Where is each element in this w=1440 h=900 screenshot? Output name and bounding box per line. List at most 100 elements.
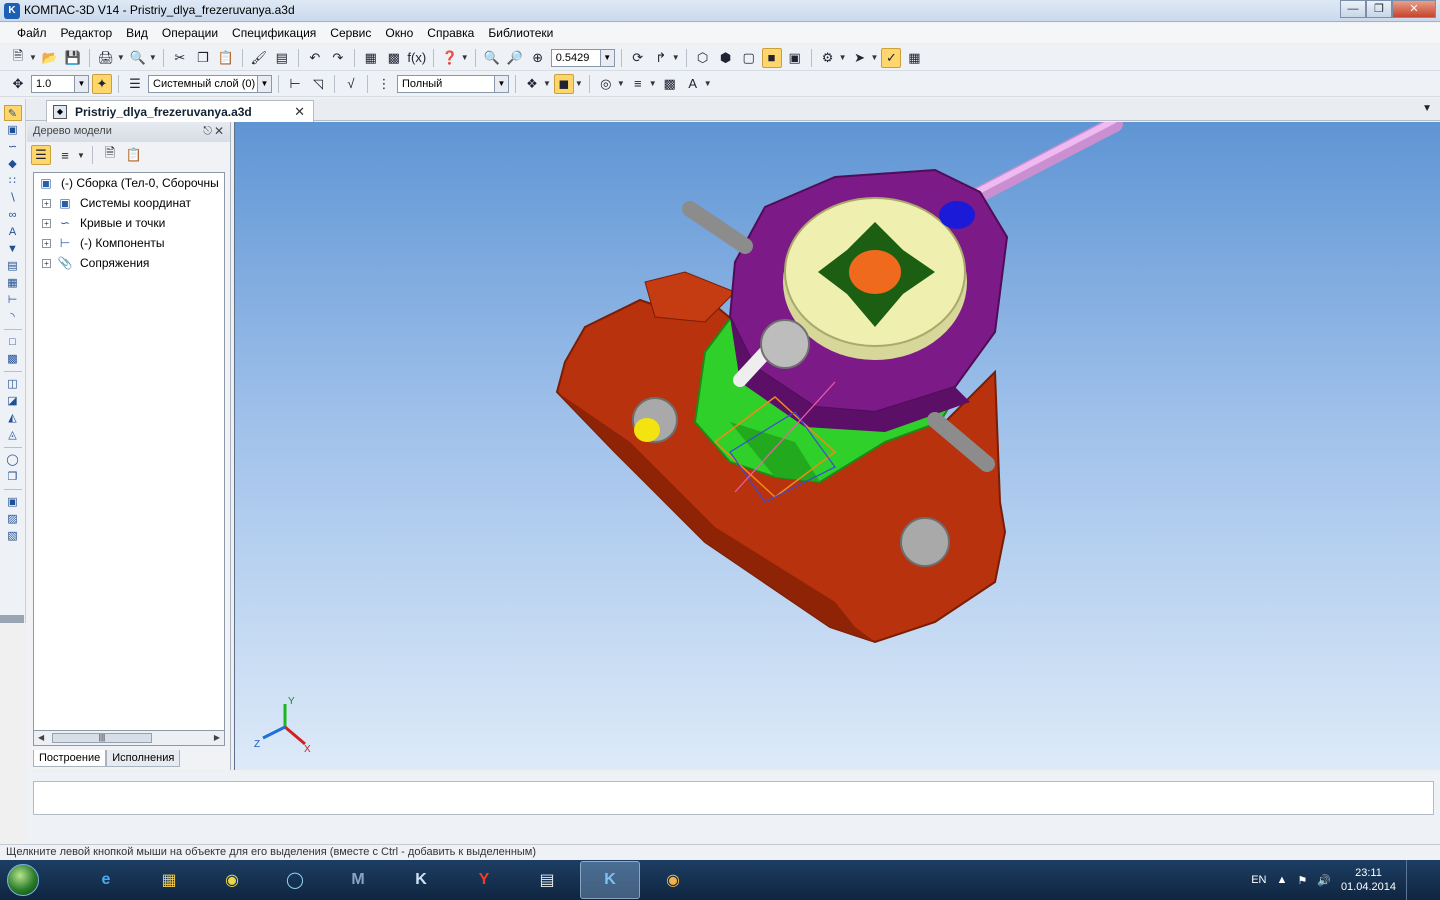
show-desktop-button[interactable] [1406,860,1420,900]
render-mode-combo[interactable]: Полный ▼ [397,74,509,93]
new-file-icon[interactable]: 🗎 [8,48,28,68]
vertical-toolbar-scroll[interactable] [0,615,24,623]
close-window-button[interactable]: ✕ [1392,0,1436,18]
filter-dropdown-icon[interactable]: ▼ [839,53,847,62]
expand-icon[interactable]: + [42,258,51,268]
scroll-right-icon[interactable]: ▶ [214,731,220,745]
tree-root[interactable]: ▣ (-) Сборка (Тел-0, Сборочны [34,173,224,193]
section-dropdown-icon[interactable]: ▼ [617,79,625,88]
open-file-icon[interactable]: 📂 [40,48,60,68]
auxiliary-geometry-icon[interactable]: ∖ [4,190,22,206]
reports-icon[interactable]: ▦ [4,275,22,291]
text-style-icon[interactable]: A [683,74,703,94]
menu-operations[interactable]: Операции [155,26,225,40]
file-explorer-icon[interactable]: ▦ [139,861,199,899]
kompas-viewer-icon[interactable]: K [391,861,451,899]
spatial-curves-icon[interactable]: ∽ [4,139,22,155]
surfaces-icon[interactable]: ◆ [4,156,22,172]
solid-icon[interactable]: ▣ [4,122,22,138]
editing-details-icon[interactable]: ✎ [3,105,22,121]
document-tab[interactable]: ◆ Pristriy_dlya_frezeruvanya.a3d ✕ [46,100,314,122]
filter-icon[interactable]: ⚙ [818,48,838,68]
tree-relations-icon[interactable]: 📋 [124,145,144,165]
print-icon[interactable]: 🖨 [96,48,116,68]
sheet-metal-icon[interactable]: ◝ [4,309,22,325]
component-move-icon[interactable]: ◭ [4,410,22,426]
menu-view[interactable]: Вид [119,26,155,40]
scroll-thumb[interactable]: ||| [52,733,152,743]
measure-tool-icon[interactable]: □ [4,334,22,350]
arrays-icon[interactable]: ∷ [4,173,22,189]
help-dropdown-icon[interactable]: ▼ [461,53,469,62]
property-panel-field[interactable] [33,781,1434,815]
manager-icon[interactable]: ▦ [361,48,381,68]
restore-button[interactable]: ❐ [1366,0,1392,18]
chrome-icon[interactable]: ◉ [202,861,262,899]
expand-icon[interactable]: + [42,198,51,208]
appearance-dropdown-icon[interactable]: ▼ [543,79,551,88]
local-cs-icon[interactable]: ⊢ [285,74,305,94]
chevron-down-icon[interactable]: ▼ [257,75,271,92]
copy-icon[interactable]: ❐ [193,48,213,68]
yandex-browser-icon[interactable]: Y [454,861,514,899]
components-icon[interactable]: ▩ [660,74,680,94]
orientation-icon[interactable]: ↱ [651,48,671,68]
chevron-down-icon[interactable]: ▼ [599,49,614,66]
tree-structure-icon[interactable]: ☰ [31,145,51,165]
kompas-icon[interactable]: K [580,861,640,899]
tree-item[interactable]: + ⊢ (-) Компоненты [34,233,224,253]
tree-horizontal-scrollbar[interactable]: ◀ ||| ▶ [33,730,225,746]
text-dropdown-icon[interactable]: ▼ [704,79,712,88]
measure-icon[interactable]: ▦ [904,48,924,68]
zoom-tool-icon[interactable]: ◯ [4,452,22,468]
layers-dropdown-icon[interactable]: ▼ [649,79,657,88]
paste-icon[interactable]: 📋 [216,48,236,68]
expand-icon[interactable]: + [42,218,51,228]
scroll-left-icon[interactable]: ◀ [38,731,44,745]
preview-dropdown-icon[interactable]: ▼ [149,53,157,62]
undo-icon[interactable]: ↶ [305,48,325,68]
close-icon[interactable]: ✕ [214,124,224,138]
specification-icon[interactable]: ▤ [4,258,22,274]
chevron-down-icon[interactable]: ▼ [74,75,88,92]
print-preview-icon[interactable]: 🔍 [128,48,148,68]
show-hidden-icons-icon[interactable]: ▲ [1276,874,1287,886]
layer-combo[interactable]: Системный слой (0) ▼ [148,74,272,93]
rotate-icon[interactable]: ⟳ [628,48,648,68]
internet-explorer-icon[interactable]: e [76,861,136,899]
menu-window[interactable]: Окно [378,26,420,40]
sketch-plane-icon[interactable]: √ [341,74,361,94]
tree-item[interactable]: + ▣ Системы координат [34,193,224,213]
menu-service[interactable]: Сервис [323,26,378,40]
tab-versions[interactable]: Исполнения [106,750,181,767]
halftone-edges-icon[interactable]: ▣ [785,48,805,68]
filters-icon[interactable]: ▼ [4,241,22,257]
help-cursor-icon[interactable]: ❓ [440,48,460,68]
menu-specification[interactable]: Спецификация [225,26,323,40]
clock[interactable]: 23:11 01.04.2014 [1341,866,1396,894]
diagnostics-icon[interactable]: A [4,224,22,240]
chevron-down-icon[interactable]: ▼ [494,75,508,92]
section-icon[interactable]: ◎ [596,74,616,94]
tree-display-icon[interactable]: ≡ [55,145,75,165]
copy-tool-icon[interactable]: ❐ [4,469,22,485]
thin-hidden-icon[interactable]: ▢ [739,48,759,68]
layer-icon[interactable]: ☰ [125,74,145,94]
close-icon[interactable]: ✕ [294,104,305,120]
render-mode-icon[interactable]: ⋮ [374,74,394,94]
app-icon[interactable]: ◯ [265,861,325,899]
library-icon[interactable]: ▩ [384,48,404,68]
expand-icon[interactable]: + [42,238,51,248]
menu-file[interactable]: Файл [10,26,54,40]
wireframe-icon[interactable]: ⬡ [693,48,713,68]
zoom-window-icon[interactable]: 🔍 [482,48,502,68]
chevron-down-icon[interactable]: ▼ [1422,103,1432,114]
language-indicator[interactable]: EN [1251,874,1266,886]
edit-assembly-icon[interactable]: ▩ [4,351,22,367]
pin-icon[interactable]: ⎋ [203,125,212,138]
menu-libraries[interactable]: Библиотеки [481,26,560,40]
snap-toggle-icon[interactable]: ✦ [92,73,112,94]
standard-part-icon[interactable]: ▨ [4,511,22,527]
print-dropdown-icon[interactable]: ▼ [117,53,125,62]
minimize-button[interactable]: — [1340,0,1366,18]
